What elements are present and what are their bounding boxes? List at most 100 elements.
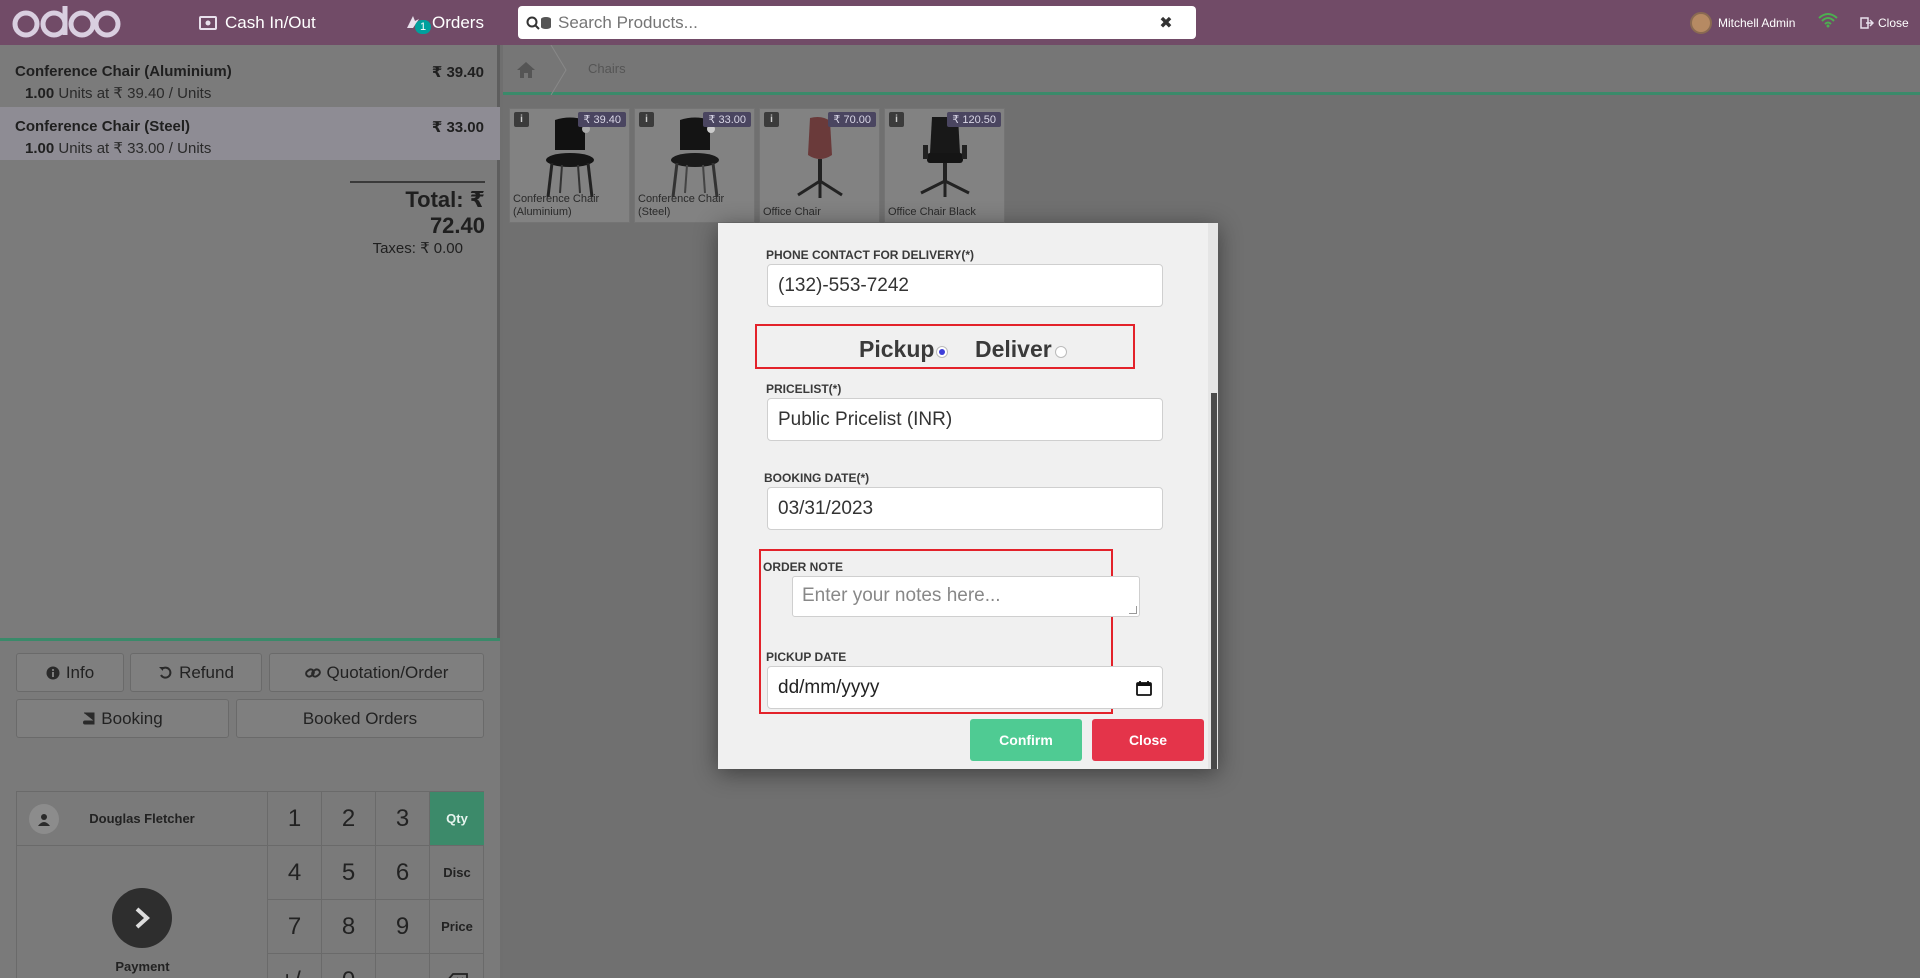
order-line-name: Conference Chair (Steel) [15, 118, 191, 135]
home-category-button[interactable] [503, 45, 548, 95]
product-info-icon[interactable]: i [514, 112, 529, 127]
product-price-tag: ₹ 120.50 [947, 112, 1001, 127]
order-line-qty: 1.00 [25, 140, 55, 157]
info-button[interactable]: Info [16, 653, 124, 692]
quotation-order-label: Quotation/Order [326, 662, 449, 682]
user-name: Mitchell Admin [1718, 15, 1796, 30]
deliver-radio[interactable] [1055, 346, 1067, 358]
product-card[interactable]: i ₹ 120.50 Office Chair Black [884, 108, 1005, 223]
payment-label: Payment [115, 959, 170, 974]
product-card[interactable]: i ₹ 39.40 Conference Chair (Aluminium) [509, 108, 630, 223]
order-note-textarea[interactable]: Enter your notes here... [792, 576, 1140, 617]
order-line-price: ₹ 39.40 [431, 64, 484, 81]
product-info-icon[interactable]: i [639, 112, 654, 127]
numpad-key-7[interactable]: 7 [268, 900, 322, 954]
order-line-price: ₹ 33.00 [431, 119, 484, 136]
booked-orders-label: Booked Orders [302, 708, 418, 728]
breadcrumb-separator [550, 45, 567, 95]
numpad-key-4[interactable]: 4 [268, 846, 322, 900]
numpad-key-8[interactable]: 8 [322, 900, 376, 954]
cash-in-out-button[interactable]: Cash In/Out [199, 0, 316, 45]
mode-qty-button[interactable]: Qty [430, 792, 484, 846]
chevron-right-icon [112, 888, 172, 948]
mode-disc-button[interactable]: Disc [430, 846, 484, 900]
booking-date-label: BOOKING DATE(*) [764, 471, 870, 485]
booked-orders-button[interactable]: Booked Orders [236, 699, 484, 738]
order-line-info: 1.00 Units at ₹ 33.00 / Units [25, 139, 211, 157]
refund-button[interactable]: Refund [130, 653, 262, 692]
deliver-option-label[interactable]: Deliver [975, 336, 1052, 363]
order-note-label: ORDER NOTE [763, 560, 844, 574]
numpad-key-5[interactable]: 5 [322, 846, 376, 900]
order-line-info: 1.00 Units at ₹ 39.40 / Units [25, 84, 211, 102]
search-bar: ✖ [518, 6, 1196, 39]
user-menu[interactable]: Mitchell Admin [1690, 0, 1795, 45]
popup-scrollbar-thumb[interactable] [1211, 393, 1217, 769]
pricelist-value: Public Pricelist (INR) [778, 408, 953, 430]
phone-contact-input[interactable] [767, 264, 1163, 307]
undo-icon [159, 666, 172, 679]
close-popup-label: Close [1128, 732, 1168, 748]
order-taxes: Taxes: ₹ 0.00 [372, 240, 463, 257]
numpad-key-3[interactable]: 3 [376, 792, 430, 846]
numpad-key-6[interactable]: 6 [376, 846, 430, 900]
link-icon [304, 667, 321, 678]
wifi-icon [1818, 13, 1838, 28]
product-info-icon[interactable]: i [889, 112, 904, 127]
product-image [780, 115, 860, 200]
product-image [905, 115, 985, 200]
numpad-key-plus-minus[interactable]: +/- [268, 954, 322, 978]
product-image [530, 115, 610, 200]
numpad-key-2[interactable]: 2 [322, 792, 376, 846]
mode-price-button[interactable]: Price [430, 900, 484, 954]
numpad-key-1[interactable]: 1 [268, 792, 322, 846]
product-card[interactable]: i ₹ 33.00 Conference Chair (Steel) [634, 108, 755, 223]
numpad-key-dot[interactable]: . [376, 954, 430, 978]
orders-label: Orders [432, 12, 484, 32]
backspace-button[interactable] [430, 954, 484, 978]
home-icon [516, 62, 535, 78]
pricelist-select[interactable]: Public Pricelist (INR) [767, 398, 1163, 441]
order-note-placeholder: Enter your notes here... [802, 585, 1001, 606]
clear-search-icon[interactable]: ✖ [1154, 13, 1178, 33]
book-icon [83, 712, 95, 724]
close-session-button[interactable]: Close [1860, 0, 1909, 45]
customer-button[interactable]: Douglas Fletcher [17, 792, 268, 846]
pricelist-label: PRICELIST(*) [766, 382, 842, 396]
pickup-date-input[interactable]: dd/mm/yyyy [767, 666, 1163, 709]
product-card[interactable]: i ₹ 70.00 Office Chair [759, 108, 880, 223]
confirm-label: Confirm [999, 732, 1053, 748]
numpad-key-9[interactable]: 9 [376, 900, 430, 954]
order-line-unit-info: Units at ₹ 33.00 / Units [58, 140, 212, 157]
pickup-radio[interactable] [936, 346, 948, 358]
payment-button[interactable]: Payment [17, 846, 268, 978]
calendar-icon[interactable] [1136, 680, 1152, 696]
odoo-logo [12, 6, 121, 38]
booking-date-input[interactable] [767, 487, 1163, 530]
search-input[interactable] [558, 12, 1154, 33]
order-line[interactable]: Conference Chair (Aluminium) ₹ 39.40 1.0… [0, 52, 500, 105]
confirm-button[interactable]: Confirm [970, 719, 1082, 761]
numpad-key-0[interactable]: 0 [322, 954, 376, 978]
order-line-name: Conference Chair (Aluminium) [15, 63, 232, 80]
close-popup-button[interactable]: Close [1092, 719, 1204, 761]
product-image [655, 115, 735, 200]
close-label: Close [1878, 15, 1909, 30]
product-price-tag: ₹ 33.00 [703, 112, 751, 127]
quotation-order-button[interactable]: Quotation/Order [269, 653, 484, 692]
pickup-option-label[interactable]: Pickup [859, 336, 934, 363]
user-icon [29, 804, 59, 834]
money-icon [199, 15, 217, 30]
orders-button[interactable]: 1 Orders [404, 0, 484, 45]
breadcrumb-item-chairs[interactable]: Chairs [588, 61, 626, 76]
booking-button[interactable]: Booking [16, 699, 229, 738]
product-price-tag: ₹ 70.00 [828, 112, 876, 127]
order-line-selected[interactable]: Conference Chair (Steel) ₹ 33.00 1.00 Un… [0, 107, 500, 160]
product-info-icon[interactable]: i [764, 112, 779, 127]
order-line-unit-info: Units at ₹ 39.40 / Units [58, 85, 212, 102]
resize-grip-icon[interactable] [1129, 606, 1137, 614]
product-name: Conference Chair (Aluminium) [513, 193, 600, 218]
info-label: Info [65, 662, 95, 682]
order-total: Total: ₹ 72.40 [405, 187, 485, 238]
product-name: Office Chair Black [888, 206, 976, 218]
